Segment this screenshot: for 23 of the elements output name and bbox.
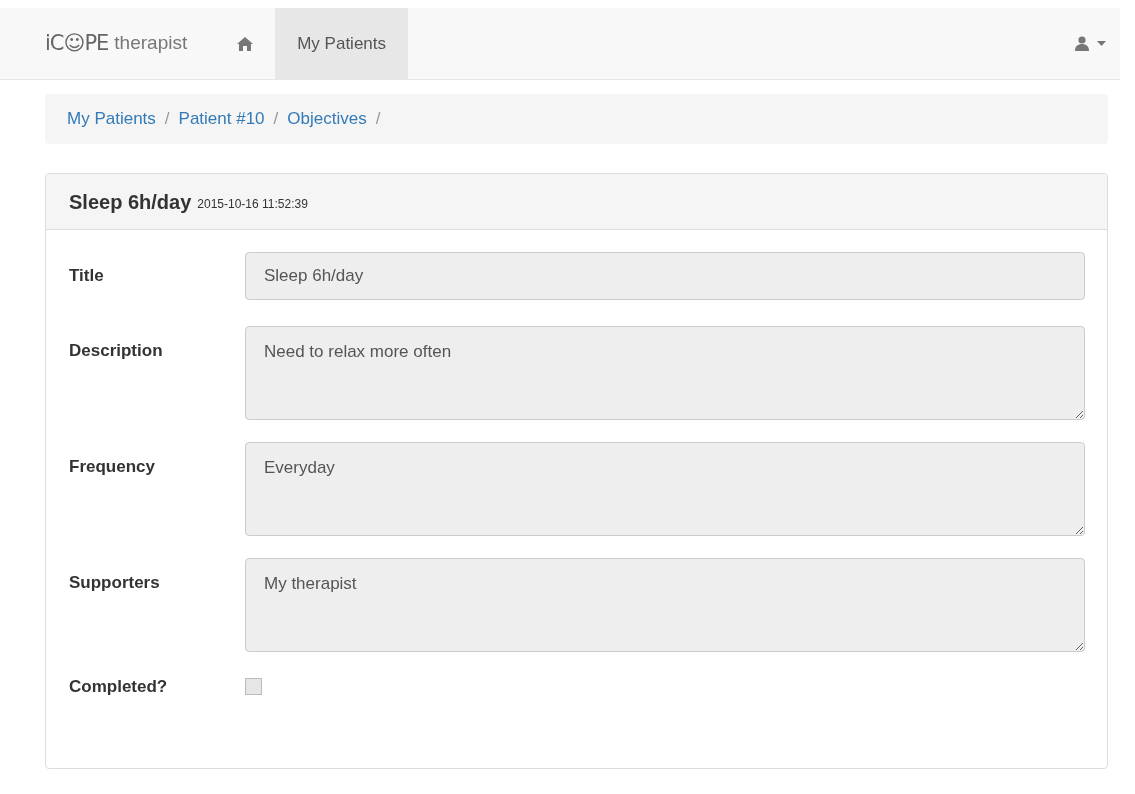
field-label: Description <box>69 340 164 362</box>
breadcrumb-separator: / <box>374 108 382 131</box>
text-area[interactable]: Need to relax more often <box>245 326 1085 420</box>
input-field[interactable]: Sleep 6h/day <box>245 252 1085 300</box>
brand-logo[interactable]: iC☺PE therapist <box>0 8 216 79</box>
field-label: Completed? <box>69 676 169 698</box>
breadcrumb-separator: / <box>163 108 171 131</box>
breadcrumb-link[interactable]: Objectives <box>287 106 367 132</box>
field-label: Title <box>69 265 105 288</box>
text-area[interactable]: My therapist <box>245 558 1085 652</box>
home-icon <box>237 36 254 51</box>
checkbox[interactable] <box>245 678 262 696</box>
breadcrumb-link[interactable]: My Patients <box>67 106 156 132</box>
timestamp: 2015-10-16 11:52:39 <box>197 195 308 213</box>
breadcrumb-separator: / <box>272 108 280 131</box>
caret-icon <box>1097 41 1106 46</box>
text-area[interactable]: Everyday <box>245 442 1085 536</box>
nav-link[interactable]: My Patients <box>275 8 408 79</box>
user-icon <box>1075 36 1089 51</box>
breadcrumb-link[interactable]: Patient #10 <box>178 106 265 132</box>
panel-title: Sleep 6h/day <box>69 189 192 215</box>
field-label: Supporters <box>69 572 161 594</box>
field-label: Frequency <box>69 456 156 478</box>
